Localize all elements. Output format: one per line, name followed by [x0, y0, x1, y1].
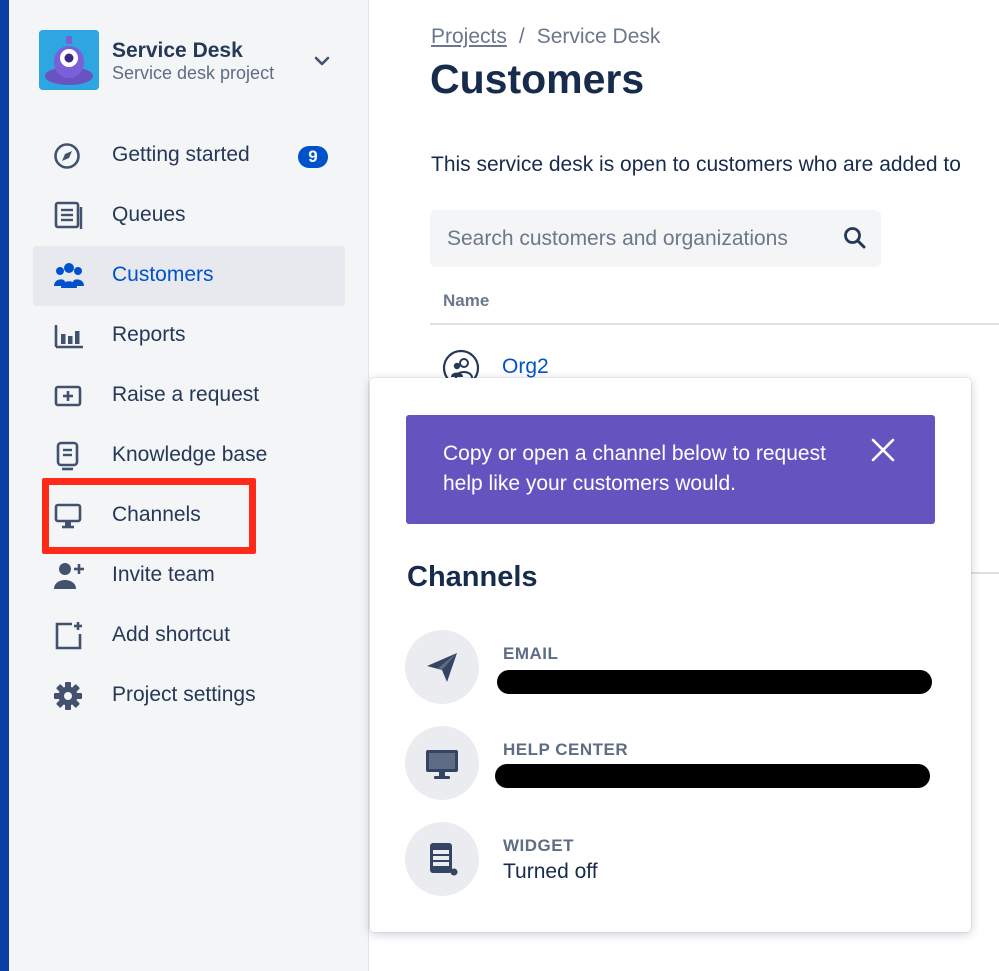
organization-link[interactable]: Org2: [502, 355, 549, 379]
channel-icon-circle: [405, 726, 479, 800]
sidebar-item-label: Getting started: [112, 143, 250, 166]
sidebar-item-project-settings[interactable]: Project settings: [33, 666, 345, 726]
gear-icon: [54, 682, 82, 710]
sidebar-item-label: Raise a request: [112, 383, 260, 406]
channel-icon-circle: [405, 822, 479, 896]
sidebar-item-reports[interactable]: Reports: [33, 306, 345, 366]
channel-value: Turned off: [503, 860, 598, 883]
channel-label: HELP CENTER: [503, 740, 629, 759]
search-input[interactable]: [430, 210, 830, 267]
breadcrumb-current: Service Desk: [536, 25, 661, 48]
redaction-bar: [495, 764, 930, 788]
sidebar-item-knowledge-base[interactable]: Knowledge base: [33, 426, 345, 486]
widget-icon: [430, 843, 458, 876]
sidebar-item-label: Customers: [112, 263, 214, 286]
channel-label: EMAIL: [503, 644, 559, 663]
add-shortcut-icon: [55, 622, 82, 650]
sidebar-item-label: Project settings: [112, 683, 256, 706]
project-avatar: [39, 30, 99, 90]
chevron-down-icon[interactable]: [311, 50, 333, 72]
close-icon[interactable]: [868, 435, 898, 465]
knowledge-base-icon: [56, 441, 79, 471]
redaction-bar: [497, 670, 932, 694]
project-type: Service desk project: [112, 63, 275, 83]
popup-title: Channels: [407, 561, 538, 593]
table-divider: [970, 572, 999, 574]
channel-widget[interactable]: WIDGET Turned off: [405, 822, 945, 897]
intro-text: This service desk is open to customers w…: [431, 153, 961, 176]
column-header-name[interactable]: Name: [443, 291, 489, 311]
queues-icon: [54, 201, 83, 229]
window-edge: [0, 0, 9, 971]
sidebar: Service Desk Service desk project Gettin…: [9, 0, 369, 971]
project-header[interactable]: Service Desk Service desk project: [39, 30, 339, 90]
sidebar-item-label: Invite team: [112, 563, 215, 586]
monitor-icon: [426, 750, 458, 779]
sidebar-item-label: Queues: [112, 203, 186, 226]
paper-plane-icon: [427, 653, 457, 682]
sidebar-item-getting-started[interactable]: Getting started 9: [33, 126, 345, 186]
page-title: Customers: [430, 56, 645, 102]
sidebar-item-invite-team[interactable]: Invite team: [33, 546, 345, 606]
breadcrumb-link-projects[interactable]: Projects: [431, 25, 507, 48]
breadcrumb-separator: /: [518, 25, 525, 48]
breadcrumb: Projects / Service Desk: [431, 25, 660, 49]
table-divider: [430, 323, 999, 325]
raise-request-icon: [54, 385, 82, 407]
channel-label: WIDGET: [503, 836, 574, 855]
people-icon: [54, 263, 84, 288]
sidebar-item-customers[interactable]: Customers: [33, 246, 345, 306]
search-icon[interactable]: [842, 225, 868, 251]
invite-user-icon: [54, 563, 84, 589]
sidebar-item-label: Add shortcut: [112, 623, 230, 646]
highlight-annotation: [42, 478, 256, 554]
notification-badge: 9: [298, 146, 328, 168]
search-box: [430, 210, 881, 267]
channels-popup: Copy or open a channel below to request …: [370, 378, 971, 932]
sidebar-item-raise-request[interactable]: Raise a request: [33, 366, 345, 426]
info-banner: Copy or open a channel below to request …: [406, 415, 935, 524]
sidebar-item-label: Knowledge base: [112, 443, 268, 466]
reports-icon: [54, 325, 83, 349]
project-name: Service Desk: [112, 39, 243, 62]
channel-help-center[interactable]: HELP CENTER: [405, 726, 945, 801]
sidebar-item-queues[interactable]: Queues: [33, 186, 345, 246]
banner-message: Copy or open a channel below to request …: [443, 442, 826, 495]
channel-email[interactable]: EMAIL: [405, 630, 945, 705]
sidebar-item-add-shortcut[interactable]: Add shortcut: [33, 606, 345, 666]
sidebar-item-label: Reports: [112, 323, 186, 346]
channel-icon-circle: [405, 630, 479, 704]
compass-icon: [54, 143, 80, 169]
